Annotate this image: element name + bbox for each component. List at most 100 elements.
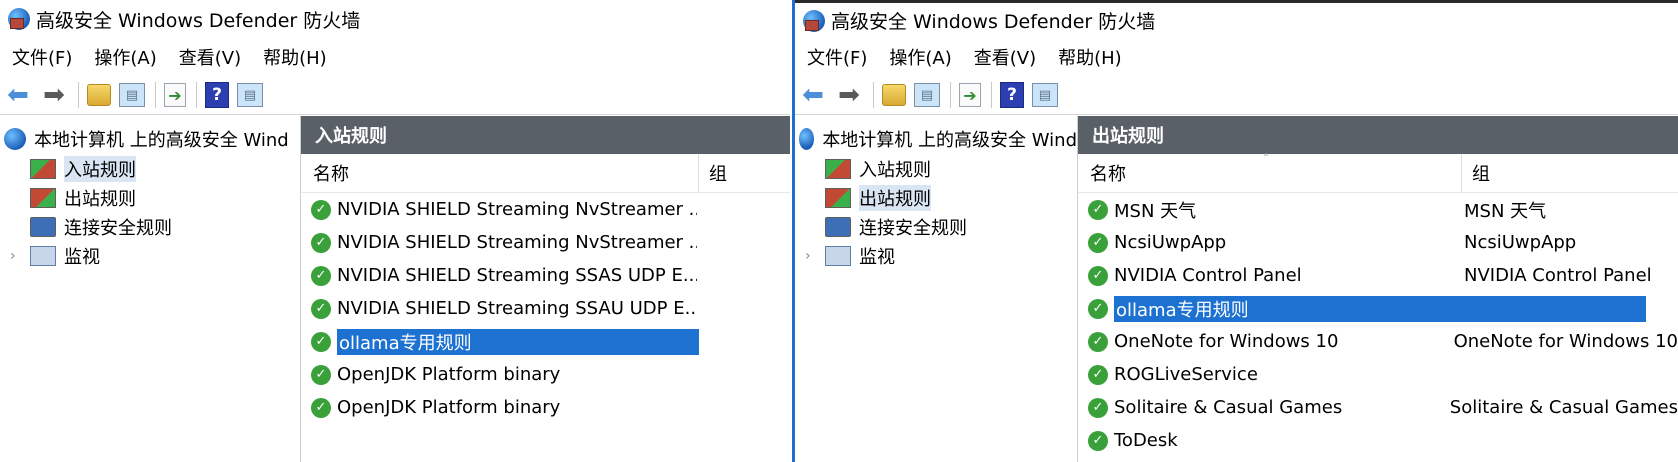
menu-view[interactable]: 查看(V) — [179, 44, 241, 70]
table-row[interactable]: ✓ OpenJDK Platform binary — [301, 358, 790, 391]
firewall-globe-icon — [4, 128, 26, 150]
tree-item-label: 监视 — [859, 246, 895, 268]
menu-action[interactable]: 操作(A) — [889, 44, 951, 70]
outbound-rules-icon — [825, 187, 851, 208]
enabled-check-icon: ✓ — [1088, 430, 1108, 451]
help-icon[interactable]: ? — [1000, 82, 1024, 108]
toolbar: ⬅ ➡ ▤ ➔ ? ▤ — [0, 76, 790, 115]
forward-arrow-icon[interactable]: ➡ — [40, 80, 68, 110]
show-hide-tree-icon[interactable]: ▤ — [119, 83, 145, 107]
toolbar-separator — [991, 82, 992, 108]
table-row[interactable]: ✓ ROGLiveService — [1078, 358, 1678, 391]
show-hide-action-pane-icon[interactable]: ▤ — [237, 83, 263, 107]
rule-name: NVIDIA Control Panel — [1114, 265, 1302, 286]
inbound-rules-icon — [30, 158, 56, 179]
rules-list: ✓ NVIDIA SHIELD Streaming NvStreamer ... … — [301, 193, 790, 424]
rule-name: NVIDIA SHIELD Streaming SSAU UDP E... — [337, 298, 697, 319]
rule-name: NVIDIA SHIELD Streaming NvStreamer ... — [337, 232, 697, 253]
show-hide-tree-icon[interactable]: ▤ — [914, 83, 940, 107]
sort-ascending-icon: ˄ — [1263, 152, 1269, 166]
rule-name: MSN 天气 — [1114, 200, 1197, 222]
forward-arrow-icon[interactable]: ➡ — [835, 80, 863, 110]
rule-group: NVIDIA Control Panel — [1464, 265, 1652, 286]
tree-root[interactable]: 本地计算机 上的高级安全 Wind — [0, 124, 300, 154]
column-headers: 名称 组 — [1078, 154, 1678, 193]
tree-item-monitor[interactable]: › 监视 — [0, 241, 300, 270]
up-folder-icon[interactable] — [87, 84, 111, 106]
expand-chevron-icon[interactable]: › — [805, 248, 811, 264]
window-title: 高级安全 Windows Defender 防火墙 — [36, 9, 361, 32]
enabled-check-icon: ✓ — [1088, 199, 1108, 220]
expand-chevron-icon[interactable]: › — [10, 248, 16, 264]
enabled-check-icon: ✓ — [311, 397, 331, 418]
tree-root[interactable]: 本地计算机 上的高级安全 Wind — [795, 124, 1077, 154]
tree-item-monitor[interactable]: › 监视 — [795, 241, 1077, 270]
firewall-globe-icon — [799, 128, 815, 150]
column-header-name[interactable]: 名称 — [1078, 154, 1462, 192]
table-row[interactable]: ✓ OneNote for Windows 10 OneNote for Windo… — [1078, 325, 1678, 358]
up-folder-icon[interactable] — [882, 84, 906, 106]
show-hide-action-pane-icon[interactable]: ▤ — [1032, 83, 1058, 107]
tree-item-label: 监视 — [64, 246, 100, 268]
table-row[interactable]: ✓ OpenJDK Platform binary — [301, 391, 790, 424]
column-header-name[interactable]: 名称 — [301, 154, 699, 192]
outbound-rules-icon — [30, 187, 56, 208]
tree-item-outbound-rules[interactable]: 出站规则 — [795, 183, 1077, 212]
rule-name: NcsiUwpApp — [1114, 232, 1227, 253]
tree-item-outbound-rules[interactable]: 出站规则 — [0, 183, 300, 212]
rule-group: Solitaire & Casual Games — [1449, 397, 1678, 418]
inbound-rules-icon — [825, 158, 851, 179]
menu-help[interactable]: 帮助(H) — [1058, 44, 1122, 70]
rule-name: ToDesk — [1114, 430, 1178, 451]
firewall-window-right: 高级安全 Windows Defender 防火墙 文件(F) 操作(A) 查看… — [792, 0, 1678, 462]
table-row[interactable]: ✓ NVIDIA SHIELD Streaming SSAU UDP E... — [301, 292, 790, 325]
menu-help[interactable]: 帮助(H) — [263, 44, 327, 70]
toolbar-separator — [155, 82, 156, 108]
column-header-group[interactable]: 组 — [1462, 160, 1490, 186]
tree-item-label: 出站规则 — [859, 184, 931, 211]
connection-security-icon — [30, 216, 56, 237]
table-row[interactable]: ✓ ToDesk — [1078, 424, 1678, 457]
toolbar-separator — [196, 82, 197, 108]
menu-file[interactable]: 文件(F) — [807, 44, 867, 70]
table-row[interactable]: ✓ NVIDIA SHIELD Streaming NvStreamer ... — [301, 193, 790, 226]
table-row[interactable]: ✓ Solitaire & Casual Games Solitaire & Cas… — [1078, 391, 1678, 424]
column-headers: 名称 组 — [301, 154, 790, 193]
table-row[interactable]: ✓ NVIDIA SHIELD Streaming NvStreamer ... — [301, 226, 790, 259]
back-arrow-icon[interactable]: ⬅ — [799, 80, 827, 110]
export-list-icon[interactable]: ➔ — [959, 83, 981, 107]
tree-item-inbound-rules[interactable]: 入站规则 — [0, 154, 300, 183]
tree-root-label: 本地计算机 上的高级安全 Wind — [34, 130, 289, 151]
table-row[interactable]: ✓ MSN 天气 MSN 天气 — [1078, 193, 1678, 226]
rule-name: OneNote for Windows 10 — [1114, 331, 1339, 352]
menu-file[interactable]: 文件(F) — [12, 44, 72, 70]
enabled-check-icon: ✓ — [1088, 397, 1108, 418]
rule-name: OpenJDK Platform binary — [337, 397, 561, 418]
menu-bar: 文件(F) 操作(A) 查看(V) 帮助(H) — [795, 38, 1678, 76]
rules-list: ✓ MSN 天气 MSN 天气 ✓ NcsiUwpApp NcsiUwpApp ✓ NVI… — [1078, 193, 1678, 457]
panel-title: 出站规则 — [1078, 116, 1678, 154]
tree-item-inbound-rules[interactable]: 入站规则 — [795, 154, 1077, 183]
tree-item-connection-security[interactable]: 连接安全规则 — [795, 212, 1077, 241]
table-row[interactable]: ✓ NcsiUwpApp NcsiUwpApp — [1078, 226, 1678, 259]
toolbar-separator — [950, 82, 951, 108]
menu-action[interactable]: 操作(A) — [94, 44, 156, 70]
title-bar: 高级安全 Windows Defender 防火墙 — [795, 0, 1678, 38]
back-arrow-icon[interactable]: ⬅ — [4, 80, 32, 110]
table-row-selected[interactable]: ✓ ollama专用规则 — [1078, 292, 1678, 325]
rule-name: ollama专用规则 — [1114, 295, 1646, 322]
enabled-check-icon: ✓ — [1088, 232, 1108, 253]
column-header-group[interactable]: 组 — [699, 160, 727, 186]
rule-name: NVIDIA SHIELD Streaming SSAS UDP E... — [337, 265, 697, 286]
tree-item-connection-security[interactable]: 连接安全规则 — [0, 212, 300, 241]
table-row[interactable]: ✓ NVIDIA Control Panel NVIDIA Control Pane… — [1078, 259, 1678, 292]
firewall-app-icon — [8, 8, 30, 30]
export-list-icon[interactable]: ➔ — [164, 83, 186, 107]
table-row[interactable]: ✓ NVIDIA SHIELD Streaming SSAS UDP E... — [301, 259, 790, 292]
tree-item-label: 连接安全规则 — [859, 217, 967, 239]
help-icon[interactable]: ? — [205, 82, 229, 108]
table-row-selected[interactable]: ✓ ollama专用规则 — [301, 325, 790, 358]
rule-name: Solitaire & Casual Games — [1114, 397, 1343, 418]
menu-view[interactable]: 查看(V) — [974, 44, 1036, 70]
navigation-tree: 本地计算机 上的高级安全 Wind 入站规则 出站规则 连接安全规则 › 监视 — [0, 116, 301, 462]
